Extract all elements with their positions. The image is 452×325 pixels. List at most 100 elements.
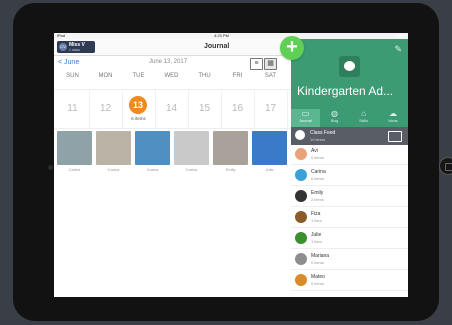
- entry-caption: Julie: [265, 167, 274, 172]
- class-feed-avatar: [295, 130, 305, 140]
- date-nav: < June June 13, 2017 ≡ ▦: [54, 56, 291, 70]
- day-cell[interactable]: 12: [89, 90, 123, 128]
- student-name: Julie: [311, 232, 322, 238]
- student-item-count: 1 item: [311, 239, 322, 244]
- sidebar-tabs: ▭ Journal ◍ Blog ⌂ Skills ☁ Ideas: [291, 109, 408, 127]
- wrench-icon[interactable]: ✎: [394, 44, 402, 55]
- entry-photo: [252, 131, 287, 165]
- day-cell[interactable]: 11: [56, 90, 90, 128]
- student-avatar: [295, 232, 307, 244]
- weekday-label: TUE: [132, 73, 145, 79]
- entry-caption: Carina: [185, 167, 198, 172]
- globe-icon: ◍: [331, 109, 338, 118]
- student-row[interactable]: Mariana 0 items: [291, 250, 408, 270]
- student-item-count: 6 items: [311, 176, 324, 181]
- day-cell-selected[interactable]: 13 6 items: [122, 90, 156, 128]
- day-cell[interactable]: 17: [254, 90, 288, 128]
- tab-blog[interactable]: ◍ Blog: [320, 109, 349, 127]
- student-name: Mateo: [311, 274, 325, 280]
- tab-ideas[interactable]: ☁ Ideas: [378, 109, 408, 127]
- student-row[interactable]: Julie 1 item: [291, 229, 408, 249]
- student-avatar: [295, 148, 307, 160]
- student-list: Avi 0 items Carina 6 items Emily 2 items…: [291, 145, 408, 297]
- student-name: Fiza: [311, 211, 321, 217]
- day-cell[interactable]: 16: [221, 90, 255, 128]
- entry-photo: [96, 131, 131, 165]
- student-row[interactable]: Fiza 1 item: [291, 208, 408, 228]
- top-bar: CV Miss V 1 class Journal: [54, 39, 291, 56]
- student-avatar: [295, 274, 307, 286]
- student-row[interactable]: Mateo 0 items: [291, 271, 408, 291]
- add-post-button[interactable]: +: [280, 36, 304, 60]
- calendar-view-icon[interactable]: ▦: [264, 58, 277, 70]
- entry-caption: Carina: [146, 167, 159, 172]
- list-view-icon[interactable]: ≡: [250, 58, 263, 70]
- student-item-count: 0 items: [311, 281, 324, 286]
- weekday-label: SAT: [264, 73, 277, 79]
- weekday-label: SUN: [66, 73, 79, 79]
- entry-photo: [213, 131, 248, 165]
- weekday-label: WED: [164, 73, 179, 79]
- tab-label: Skills: [359, 119, 368, 123]
- page-title: Journal: [204, 43, 230, 50]
- weekday-label: THU: [198, 73, 211, 79]
- app-screen: iPad 4:23 PM 100% CV Miss V 1 class Jour…: [54, 33, 408, 297]
- student-item-count: 0 items: [311, 260, 324, 265]
- class-feed-row[interactable]: Class Feed 10 items: [291, 127, 408, 145]
- student-name: Carina: [311, 169, 326, 175]
- previous-month-link[interactable]: < June: [58, 59, 79, 66]
- tab-label: Journal: [299, 119, 312, 123]
- cloud-icon: ☁: [389, 109, 397, 118]
- week-row: 11 12 13 6 items 14 15 16 17: [54, 89, 291, 129]
- graduation-cap-icon: ⌂: [361, 109, 366, 118]
- day-cell[interactable]: 15: [188, 90, 222, 128]
- tab-label: Ideas: [388, 119, 398, 123]
- tab-skills[interactable]: ⌂ Skills: [349, 109, 378, 127]
- entry-caption: Carina: [107, 167, 120, 172]
- student-avatar: [295, 169, 307, 181]
- student-avatar: [295, 211, 307, 223]
- student-row[interactable]: Emily 2 items: [291, 187, 408, 207]
- day-cell[interactable]: 14: [155, 90, 189, 128]
- student-name: Avi: [311, 148, 318, 154]
- student-item-count: 1 item: [311, 218, 322, 223]
- tab-label: Blog: [330, 119, 339, 123]
- entry-caption: Carina: [68, 167, 81, 172]
- entry-photo: [174, 131, 209, 165]
- entry-photo: [135, 131, 170, 165]
- student-name: Emily: [311, 190, 324, 196]
- journal-entry[interactable]: Julie: [252, 131, 287, 172]
- current-date: June 13, 2017: [149, 59, 188, 65]
- weekday-label: FRI: [232, 73, 243, 79]
- avatar: CV: [59, 43, 67, 51]
- journal-entry[interactable]: Carina: [174, 131, 209, 172]
- class-sidebar: ✎ Kindergarten Ad... ▭ Journal ◍ Blog ⌂ …: [291, 39, 408, 297]
- student-row[interactable]: Carina 6 items: [291, 166, 408, 186]
- day-item-count: 6 items: [131, 116, 146, 121]
- student-item-count: 2 items: [311, 197, 324, 202]
- user-switcher[interactable]: CV Miss V 1 class: [57, 41, 95, 53]
- class-name[interactable]: Kindergarten Ad...: [297, 84, 393, 98]
- journal-entries: Carina Carina Carina Carina Emily Julie: [54, 131, 291, 181]
- palette-icon: [339, 56, 360, 77]
- journal-panel: CV Miss V 1 class Journal < June June 13…: [54, 39, 291, 297]
- home-button[interactable]: [439, 157, 452, 175]
- tab-journal[interactable]: ▭ Journal: [291, 109, 320, 127]
- journal-entry[interactable]: Carina: [135, 131, 170, 172]
- journal-entry[interactable]: Carina: [96, 131, 131, 172]
- journal-entry[interactable]: Carina: [57, 131, 92, 172]
- folder-icon[interactable]: [388, 131, 402, 142]
- class-feed-name: Class Feed: [310, 130, 336, 136]
- journal-icon: ▭: [301, 109, 310, 118]
- student-avatar: [295, 190, 307, 202]
- student-row[interactable]: Avi 0 items: [291, 145, 408, 165]
- selected-day-number: 13: [129, 96, 147, 114]
- front-camera: [48, 165, 53, 170]
- entry-caption: Emily: [225, 167, 236, 172]
- entry-photo: [57, 131, 92, 165]
- user-class-count: 1 class: [69, 48, 80, 52]
- student-name: Mariana: [311, 253, 330, 259]
- weekday-header: SUN MON TUE WED THU FRI SAT: [54, 71, 291, 83]
- student-avatar: [295, 253, 307, 265]
- journal-entry[interactable]: Emily: [213, 131, 248, 172]
